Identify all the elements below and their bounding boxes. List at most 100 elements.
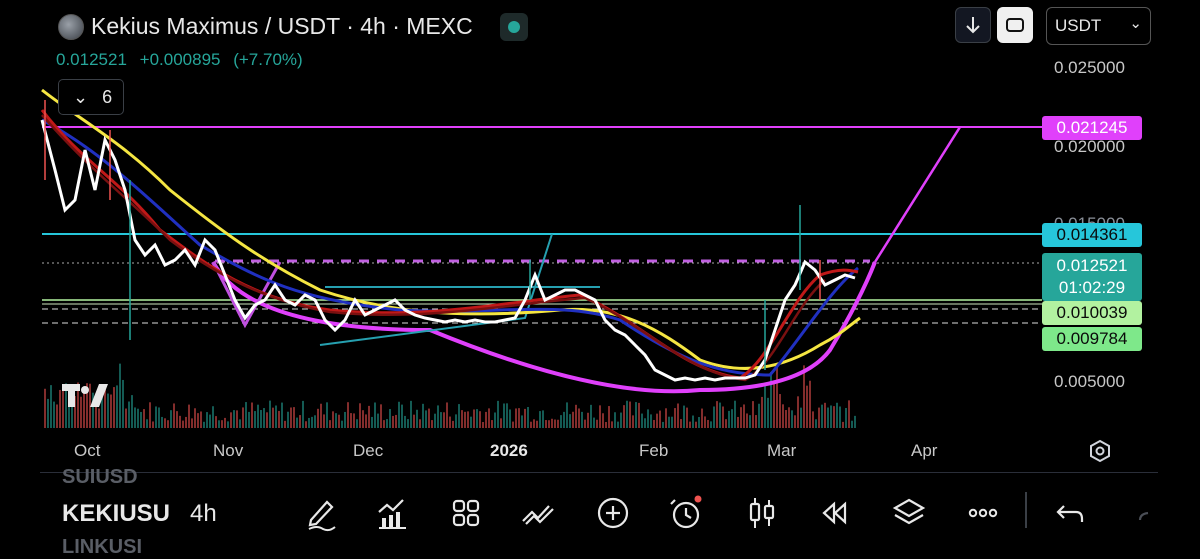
time-tick: Dec <box>353 441 384 460</box>
volume-bar <box>452 420 454 428</box>
volume-bar <box>269 400 271 428</box>
volume-bar <box>656 413 658 428</box>
volume-bar <box>215 416 217 428</box>
volume-bar <box>407 419 409 428</box>
volume-bar <box>737 416 739 428</box>
add-icon[interactable] <box>594 494 632 532</box>
volume-bar <box>521 415 523 428</box>
volume-bar <box>584 419 586 428</box>
volume-bar <box>404 415 406 428</box>
volume-bar <box>281 402 283 428</box>
volume-bar <box>266 412 268 428</box>
volume-bar <box>704 416 706 428</box>
volume-bar <box>446 402 448 428</box>
symbol-logo[interactable] <box>58 14 84 40</box>
volume-bar <box>320 403 322 428</box>
volume-bar <box>233 410 235 428</box>
undo-icon[interactable] <box>1052 494 1090 532</box>
volume-bar <box>494 412 496 428</box>
redo-icon[interactable] <box>1130 494 1168 532</box>
volume-bar <box>44 388 46 428</box>
watchlist-prev-symbol[interactable]: SUIUSD <box>62 466 138 489</box>
volume-bar <box>572 411 574 428</box>
currency-select[interactable]: USDT ⌄ <box>1046 7 1151 45</box>
last-price-value: 0.012521 <box>1056 256 1128 275</box>
volume-bar <box>461 410 463 428</box>
volume-bar <box>815 419 817 428</box>
volume-bar <box>602 413 604 428</box>
volume-bar <box>650 414 652 428</box>
volume-bar <box>581 411 583 428</box>
indicators-collapse-button[interactable]: ⌄ 6 <box>58 79 124 115</box>
alert-icon[interactable] <box>667 494 705 532</box>
time-tick: Apr <box>911 441 938 460</box>
symbol-title[interactable]: Kekius Maximus / USDT · 4h · MEXC <box>91 13 473 40</box>
fullscreen-button[interactable] <box>997 7 1033 43</box>
chart-canvas[interactable] <box>0 0 1200 554</box>
replay-icon[interactable] <box>816 494 854 532</box>
volume-bar <box>284 420 286 428</box>
volume-bar <box>833 406 835 428</box>
volume-bar <box>608 406 610 428</box>
volume-bar <box>515 408 517 428</box>
volume-bar <box>290 407 292 428</box>
volume-bar <box>359 403 361 428</box>
volume-bar <box>419 419 421 428</box>
time-tick: Mar <box>767 441 797 460</box>
volume-bar <box>173 403 175 428</box>
volume-bar <box>548 420 550 428</box>
watchlist-current-symbol[interactable]: KEKIUSU <box>62 500 170 528</box>
indicator-count: 6 <box>102 86 113 107</box>
volume-bar <box>659 410 661 428</box>
compare-icon[interactable] <box>520 494 558 532</box>
bar-countdown: 01:02:29 <box>1058 278 1126 297</box>
volume-bar <box>686 407 688 428</box>
volume-bar <box>752 401 754 428</box>
volume-bar <box>221 420 223 428</box>
volume-bar <box>803 365 805 428</box>
volume-bar <box>545 420 547 428</box>
download-button[interactable] <box>955 7 991 43</box>
cup-target-line <box>873 126 962 263</box>
volume-bar <box>851 420 853 428</box>
market-status-icon[interactable] <box>500 13 528 41</box>
draw-icon[interactable] <box>303 494 341 532</box>
watchlist-next-symbol[interactable]: LINKUSI <box>62 536 142 559</box>
volume-bar <box>263 408 265 428</box>
ma-yellow <box>41 88 861 370</box>
layers-icon[interactable] <box>890 494 928 532</box>
more-icon[interactable] <box>964 494 1002 532</box>
volume-bar <box>653 419 655 428</box>
candles-icon[interactable] <box>743 494 781 532</box>
volume-bar <box>707 419 709 428</box>
volume-bar <box>722 406 724 428</box>
volume-bar <box>632 415 634 428</box>
volume-bar <box>56 404 58 428</box>
volume-bar <box>806 385 808 428</box>
volume-bar <box>623 405 625 428</box>
volume-bar <box>179 415 181 428</box>
volume-bar <box>689 421 691 428</box>
templates-icon[interactable] <box>447 494 485 532</box>
price-label-support-1: 0.010039 <box>1042 301 1142 325</box>
volume-bar <box>410 400 412 428</box>
volume-bar <box>248 411 250 428</box>
volume-bar <box>314 415 316 428</box>
volume-bar <box>710 421 712 428</box>
volume-bar <box>473 409 475 428</box>
volume-bar <box>827 407 829 428</box>
volume-bar <box>845 407 847 428</box>
volume-bar <box>143 409 145 428</box>
price-label-cyan: 0.014361 <box>1042 223 1142 247</box>
volume-bar <box>293 407 295 428</box>
interval-button[interactable]: 4h <box>190 500 217 528</box>
volume-bar <box>617 421 619 428</box>
volume-bar <box>197 413 199 428</box>
indicators-icon[interactable] <box>374 494 412 532</box>
volume-bar <box>125 408 127 428</box>
time-tick: Nov <box>213 441 244 460</box>
volume-bar <box>695 421 697 428</box>
volume-bar <box>152 421 154 428</box>
volume-bar <box>326 402 328 428</box>
chart-settings-icon[interactable] <box>1088 439 1112 463</box>
